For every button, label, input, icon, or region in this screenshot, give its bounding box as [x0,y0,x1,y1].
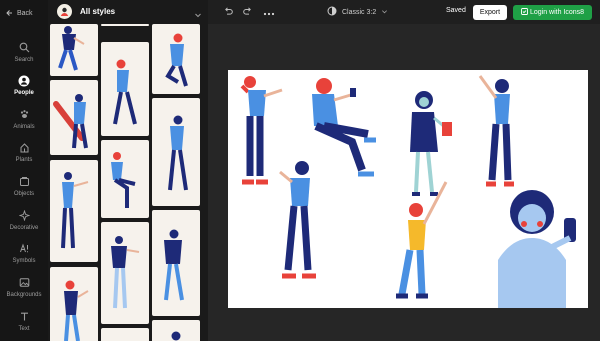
more-button[interactable] [262,6,276,18]
figure-standing[interactable] [279,161,316,279]
figure-sitting-phone[interactable] [312,78,376,177]
figure-woman-phone[interactable] [498,190,576,308]
icons8-logo-icon [521,8,528,17]
figure-phone-call[interactable] [240,76,283,185]
plant-icon [18,142,30,154]
figure-pointing-yellow[interactable] [396,181,448,299]
figure-pointing-up[interactable] [478,75,514,187]
export-label: Export [479,9,501,16]
sidebar-item-backgrounds[interactable]: Backgrounds [0,270,48,304]
person-icon [18,75,30,87]
illustration-card[interactable] [152,210,200,316]
illustration-card[interactable] [101,328,149,341]
symbols-icon [18,243,30,255]
illustration-card[interactable] [152,98,200,206]
undo-button[interactable] [222,6,234,18]
illustration-card[interactable] [101,222,149,324]
sidebar-item-label: Objects [13,190,35,197]
arrow-left-icon [6,10,12,16]
illustration-card[interactable] [50,160,98,262]
export-button[interactable]: Export [473,5,507,20]
login-button[interactable]: Login with Icons8 [513,5,592,20]
objects-icon [18,176,30,188]
paw-icon [18,109,30,121]
illustration-card[interactable] [101,140,149,218]
sidebar-item-label: Decorative [9,224,39,231]
sidebar-item-text[interactable]: Text [0,304,48,338]
back-label: Back [17,9,33,17]
sidebar-item-label: Plants [15,156,33,163]
chevron-down-icon [194,6,202,24]
illustration-canvas[interactable] [228,70,588,308]
chevron-down-icon [381,8,388,17]
illustration-card[interactable] [50,24,98,76]
sidebar-item-decorative[interactable]: Decorative [0,203,48,237]
workspace [208,24,600,341]
redo-icon [243,3,253,21]
style-avatar [57,4,72,19]
sidebar-item-objects[interactable]: Objects [0,169,48,203]
illustration-card[interactable] [101,24,149,26]
sidebar-item-label: Search [14,56,34,63]
illustration-card[interactable] [101,42,149,136]
illustration-card[interactable] [50,267,98,341]
sidebar-item-label: People [14,89,34,96]
sidebar-item-label: Symbols [12,257,36,264]
saved-status: Saved [446,7,466,14]
canvas-format-selector[interactable]: Classic 3:2 [327,5,388,19]
login-label: Login with Icons8 [529,9,585,16]
redo-button[interactable] [242,6,254,18]
back-button[interactable]: Back [6,6,33,20]
style-selector[interactable]: All styles [48,0,208,24]
sidebar-item-label: Animals [13,123,35,130]
sparkle-icon [18,210,30,222]
sidebar-item-label: Backgrounds [6,291,42,298]
sidebar-item-people[interactable]: People [0,68,48,102]
figure-shopping[interactable] [410,91,452,196]
sidebar-item-symbols[interactable]: Symbols [0,236,48,270]
sidebar-item-animals[interactable]: Animals [0,102,48,136]
asset-panel: All styles [48,0,208,341]
left-rail: Back Search People Animals Plants Object… [0,0,48,341]
aspect-ratio-icon [327,6,337,18]
sidebar-item-search[interactable]: Search [0,35,48,69]
sidebar-item-label: Text [18,325,30,332]
undo-icon [223,3,233,21]
search-icon [18,42,30,54]
image-icon [18,277,30,289]
text-icon [18,311,30,323]
more-icon [263,3,275,21]
style-selector-label: All styles [80,7,116,16]
illustration-card[interactable] [152,320,200,341]
illustration-card[interactable] [152,24,200,94]
sidebar-item-plants[interactable]: Plants [0,135,48,169]
canvas-format-label: Classic 3:2 [342,8,377,16]
illustration-card[interactable] [50,80,98,155]
